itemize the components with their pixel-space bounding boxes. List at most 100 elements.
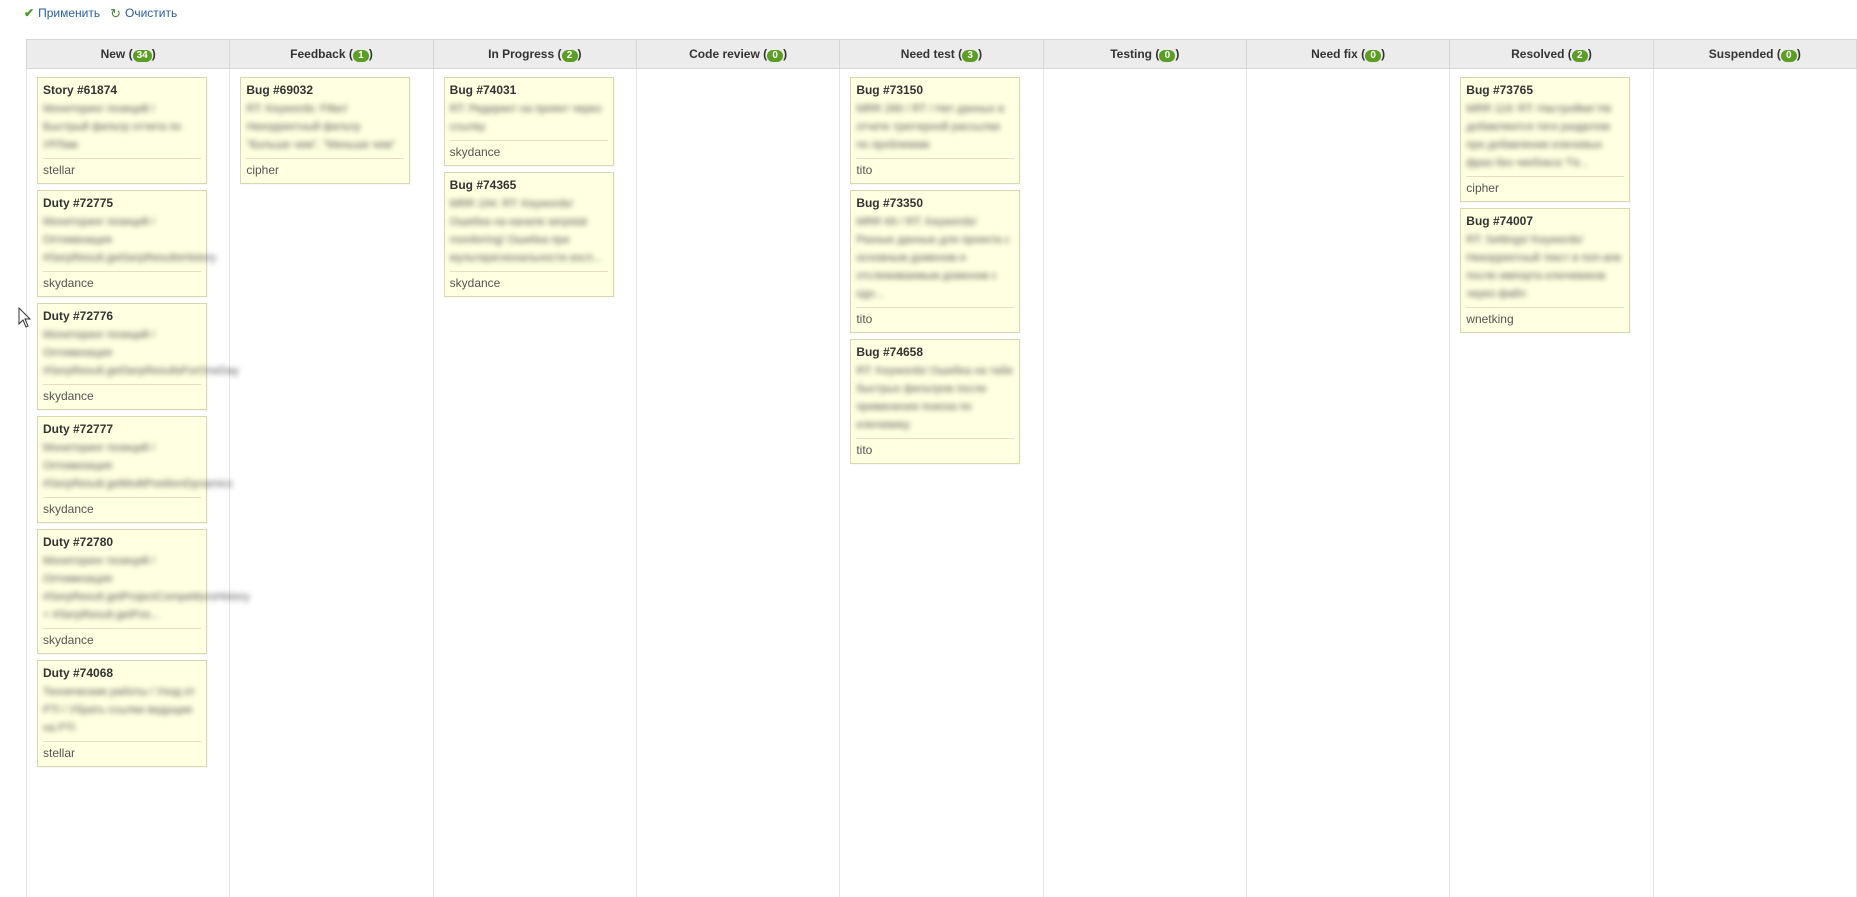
column-count-badge: 0 (1781, 50, 1797, 62)
card-divider (1466, 176, 1624, 177)
issue-card[interactable]: Bug #73765 MRR 119: RT: Настройки/ Не доб… (1460, 77, 1630, 202)
card-divider (43, 741, 201, 742)
column-name: Feedback (290, 47, 345, 61)
issue-assignee: skydance (450, 145, 608, 160)
issue-card[interactable]: Bug #73150MRR 289 / RT / Нет данных в от… (850, 77, 1020, 184)
issue-card[interactable]: Bug #74365 MRR 194: RT: Keywords/ Ошибка … (444, 172, 614, 297)
issue-assignee: stellar (43, 163, 201, 178)
column-suspended (1653, 69, 1856, 897)
clear-link[interactable]: ↻ Очистить (110, 6, 177, 20)
column-count-badge: 0 (1365, 50, 1381, 62)
card-divider (43, 271, 201, 272)
issue-subject: MRR 119: RT: Настройки/ Не добавляются т… (1466, 100, 1624, 172)
column-new: Story #61874 Мониторинг позиций / Быстрый… (27, 69, 230, 897)
issue-subject: Мониторинг позиций / Быстрый фильтр отче… (43, 100, 201, 154)
issue-id-link[interactable]: Story #61874 (43, 83, 201, 98)
column-count-badge: 2 (1572, 50, 1588, 62)
issue-assignee: skydance (43, 276, 201, 291)
issue-card[interactable]: Bug #74658 RT: Keywords/ Ошибка на табе б… (850, 339, 1020, 464)
issue-assignee: tito (856, 312, 1014, 327)
column-resolved: Bug #73765 MRR 119: RT: Настройки/ Не доб… (1450, 69, 1653, 897)
card-divider (856, 307, 1014, 308)
issue-card[interactable]: Duty #72780 Мониторинг позиций / Оптимиза… (37, 529, 207, 654)
issue-assignee: skydance (43, 389, 201, 404)
issue-card[interactable]: Duty #72777 Мониторинг позиций / Оптимиза… (37, 416, 207, 523)
issue-card[interactable]: Duty #72775 Мониторинг позиций / Оптимиза… (37, 190, 207, 297)
issue-assignee: tito (856, 443, 1014, 458)
issue-subject: Мониторинг позиций / Оптимизация #SerpRe… (43, 326, 201, 380)
column-name: Need fix (1311, 47, 1358, 61)
issue-assignee: skydance (450, 276, 608, 291)
issue-subject: MRR 69 / RT: Keywords/ Разные данные для… (856, 213, 1014, 303)
board-header-row: New (34)Feedback (1)In Progress (2)Code … (27, 40, 1857, 69)
issue-subject: Мониторинг позиций / Оптимизация #SerpRe… (43, 213, 201, 267)
issue-assignee: cipher (1466, 181, 1624, 196)
issue-id-link[interactable]: Bug #74007 (1466, 214, 1624, 229)
card-divider (43, 384, 201, 385)
column-header-feedback: Feedback (1) (230, 40, 433, 69)
issue-card[interactable]: Duty #72776 Мониторинг позиций / Оптимиза… (37, 303, 207, 410)
issue-id-link[interactable]: Bug #74365 (450, 178, 608, 193)
card-divider (450, 140, 608, 141)
column-feedback: Bug #69032 RT: Keywords: Filter/ Некоррек… (230, 69, 433, 897)
issue-assignee: stellar (43, 746, 201, 761)
column-name: In Progress (488, 47, 554, 61)
mouse-cursor-icon (18, 307, 32, 329)
checkmark-icon: ✔ (24, 7, 34, 19)
issue-id-link[interactable]: Bug #74031 (450, 83, 608, 98)
toolbar: ✔ Применить ↻ Очистить (24, 5, 177, 21)
clear-label: Очистить (125, 6, 177, 20)
card-divider (43, 628, 201, 629)
issue-card[interactable]: Duty #74068 Технические работы / Уход от … (37, 660, 207, 767)
issue-id-link[interactable]: Duty #72780 (43, 535, 201, 550)
column-need-test: Bug #73150MRR 289 / RT / Нет данных в от… (840, 69, 1043, 897)
issue-id-link[interactable]: Duty #72777 (43, 422, 201, 437)
apply-link[interactable]: ✔ Применить (24, 6, 100, 20)
issue-card[interactable]: Story #61874 Мониторинг позиций / Быстрый… (37, 77, 207, 184)
issue-card[interactable]: Bug #69032 RT: Keywords: Filter/ Некоррек… (240, 77, 410, 184)
card-divider (856, 438, 1014, 439)
issue-id-link[interactable]: Bug #69032 (246, 83, 404, 98)
column-name: Code review (689, 47, 760, 61)
issue-id-link[interactable]: Bug #73350 (856, 196, 1014, 211)
card-divider (450, 271, 608, 272)
issue-subject: RT: Keywords/ Ошибка на табе быстрых фил… (856, 362, 1014, 434)
card-divider (856, 158, 1014, 159)
issue-subject: Технические работы / Уход от PTI / Убрат… (43, 683, 201, 737)
column-count-badge: 0 (767, 50, 783, 62)
issue-id-link[interactable]: Bug #73150 (856, 83, 1014, 98)
column-header-in-progress: In Progress (2) (433, 40, 636, 69)
card-divider (1466, 307, 1624, 308)
issue-assignee: cipher (246, 163, 404, 178)
issue-card[interactable]: Bug #73350 MRR 69 / RT: Keywords/ Разные … (850, 190, 1020, 333)
issue-id-link[interactable]: Duty #72775 (43, 196, 201, 211)
card-divider (43, 497, 201, 498)
column-header-new: New (34) (27, 40, 230, 69)
column-header-need-fix: Need fix (0) (1246, 40, 1449, 69)
issue-card[interactable]: Bug #74007RT: Settings/ Keywords/ Некорр… (1460, 208, 1630, 333)
issue-id-link[interactable]: Duty #72776 (43, 309, 201, 324)
column-testing (1043, 69, 1246, 897)
issue-subject: Мониторинг позиций / Оптимизация #SerpRe… (43, 439, 201, 493)
issue-id-link[interactable]: Bug #73765 (1466, 83, 1624, 98)
issue-id-link[interactable]: Bug #74658 (856, 345, 1014, 360)
issue-assignee: skydance (43, 502, 201, 517)
column-in-progress: Bug #74031 RT: Редирект на проект через с… (433, 69, 636, 897)
column-count-badge: 2 (562, 50, 578, 62)
column-header-code-review: Code review (0) (636, 40, 839, 69)
issue-subject: RT: Редирект на проект через ссылку (450, 100, 608, 136)
column-header-suspended: Suspended (0) (1653, 40, 1856, 69)
issue-assignee: skydance (43, 633, 201, 648)
agile-board: New (34)Feedback (1)In Progress (2)Code … (26, 39, 1857, 897)
column-name: Need test (901, 47, 955, 61)
card-divider (43, 158, 201, 159)
reload-icon: ↻ (110, 7, 121, 20)
column-name: Resolved (1511, 47, 1564, 61)
issue-card[interactable]: Bug #74031 RT: Редирект на проект через с… (444, 77, 614, 166)
issue-id-link[interactable]: Duty #74068 (43, 666, 201, 681)
issue-subject: Мониторинг позиций / Оптимизация #SerpRe… (43, 552, 201, 624)
column-name: Suspended (1709, 47, 1774, 61)
issue-subject: MRR 194: RT: Keywords/ Ошибка на канале … (450, 195, 608, 267)
issue-subject: RT: Keywords: Filter/ Некорректный фильт… (246, 100, 404, 154)
column-count-badge: 3 (962, 50, 978, 62)
